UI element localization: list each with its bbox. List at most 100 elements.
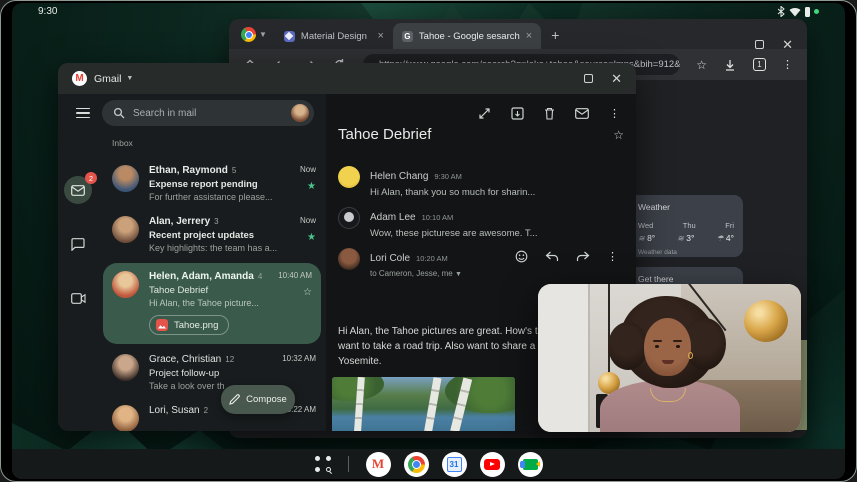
nav-chat-button[interactable] — [64, 230, 92, 258]
battery-icon — [805, 7, 810, 17]
avatar — [112, 216, 139, 243]
chrome-menu-button[interactable]: ▼ — [229, 27, 275, 49]
delete-icon[interactable] — [544, 107, 555, 120]
avatar — [338, 166, 360, 188]
nav-mail-button[interactable]: 2 — [64, 176, 92, 204]
lamp-cord — [608, 284, 610, 382]
mail-icon — [71, 185, 85, 196]
get-there-title: Get there — [638, 274, 734, 284]
weather-temp: 3° — [686, 233, 694, 243]
new-tab-button[interactable]: + — [541, 27, 569, 49]
video-call-window[interactable] — [538, 284, 801, 432]
bookmark-star-icon[interactable]: ☆ — [696, 60, 707, 70]
chrome-overflow-menu[interactable]: ⋮ — [782, 60, 793, 70]
close-window-button[interactable]: ✕ — [611, 74, 622, 83]
avatar — [112, 165, 139, 192]
rain-icon: ☂ — [716, 234, 723, 243]
star-icon[interactable]: ★ — [307, 234, 316, 242]
recipients[interactable]: to Cameron, Jesse, me ▼ — [370, 269, 462, 278]
screen: 9:30 ▼ Material Design × — [12, 3, 845, 479]
image-attachment-icon — [156, 319, 168, 331]
calendar-icon: 31 — [447, 457, 462, 472]
star-icon[interactable]: ★ — [307, 183, 316, 191]
search-bar[interactable]: Search in mail — [102, 100, 314, 126]
tab-material-design[interactable]: Material Design × — [275, 23, 393, 49]
tab-tahoe-search[interactable]: G Tahoe - Google sesarch × — [393, 23, 541, 49]
avatar — [112, 271, 139, 298]
maximize-button[interactable] — [755, 40, 764, 49]
material-design-favicon — [284, 31, 295, 42]
reply-icon[interactable] — [545, 251, 559, 262]
compose-button[interactable]: Compose — [221, 385, 295, 414]
forward-icon[interactable] — [576, 251, 590, 262]
bluetooth-icon — [777, 6, 785, 17]
gmail-app-title: Gmail — [94, 73, 121, 85]
gmail-nav-rail: 2 — [58, 132, 98, 431]
unread-badge: 2 — [85, 172, 97, 184]
clock: 9:30 — [38, 6, 57, 17]
more-options-icon[interactable]: ⋮ — [609, 109, 620, 119]
search-icon — [326, 467, 331, 472]
account-avatar[interactable] — [291, 104, 309, 122]
conversation-row[interactable]: Alan, Jerrery3 Recent project updates Ke… — [98, 209, 326, 260]
camera-indicator-icon — [814, 9, 819, 14]
avatar — [338, 248, 360, 270]
star-icon[interactable]: ☆ — [303, 289, 312, 297]
tablet-frame: 9:30 ▼ Material Design × — [0, 0, 857, 482]
weather-temp: 8° — [647, 233, 655, 243]
avatar — [112, 354, 139, 381]
nav-meet-button[interactable] — [64, 284, 92, 312]
wind-icon: ≋ — [677, 234, 684, 243]
meet-icon — [523, 459, 538, 470]
conversation-row-selected[interactable]: Helen, Adam, Amanda4 Tahoe Debrief Hi Al… — [103, 263, 321, 344]
taskbar: M 31 — [12, 449, 845, 479]
tab-close-icon[interactable]: × — [526, 30, 532, 42]
dock-meet-button[interactable] — [518, 452, 543, 477]
attachment-chip[interactable]: Tahoe.png — [149, 315, 229, 335]
all-apps-button[interactable] — [315, 456, 331, 472]
pencil-icon — [229, 394, 240, 405]
gmail-logo-icon: M — [72, 71, 87, 86]
mark-unread-icon[interactable] — [575, 108, 589, 119]
weather-temp: 4° — [726, 233, 734, 243]
tab-close-icon[interactable]: × — [377, 30, 383, 42]
star-icon[interactable]: ☆ — [613, 131, 624, 139]
gmail-title-bar[interactable]: M Gmail ▼ ✕ — [58, 63, 636, 94]
chevron-down-icon: ▼ — [259, 30, 267, 39]
dock-chrome-button[interactable] — [404, 452, 429, 477]
dock-gmail-button[interactable]: M — [366, 452, 391, 477]
dock-youtube-button[interactable] — [480, 452, 505, 477]
chevron-down-icon[interactable]: ▼ — [126, 75, 133, 82]
weather-day: Thu — [683, 221, 696, 230]
earring — [688, 352, 693, 359]
search-placeholder: Search in mail — [133, 108, 283, 119]
maximize-button[interactable] — [584, 74, 593, 83]
google-favicon: G — [402, 31, 413, 42]
close-window-button[interactable]: ✕ — [782, 40, 793, 49]
gmail-app-bar: Search in mail — [58, 94, 326, 132]
avatar — [338, 207, 360, 229]
move-to-inbox-icon[interactable] — [511, 107, 524, 120]
weather-footer: Weather data — [638, 249, 734, 256]
search-icon — [113, 107, 125, 119]
hamburger-menu-button[interactable] — [76, 108, 90, 119]
gmail-icon: M — [372, 456, 384, 472]
expand-icon[interactable] — [478, 107, 491, 120]
conversation-list: Inbox Ethan, Raymond5 Expense report pen… — [98, 132, 326, 431]
avatar — [112, 405, 139, 431]
emoji-icon[interactable] — [515, 250, 528, 263]
weather-day: Fri — [725, 221, 734, 230]
download-icon[interactable] — [723, 58, 737, 72]
dock-calendar-button[interactable]: 31 — [442, 452, 467, 477]
message-row[interactable]: Helen Chang9:30 AM Hi Alan, thank you so… — [338, 166, 626, 198]
inline-photo-tahoe[interactable]: Tahoe.png 104 KB × — [332, 377, 515, 431]
inbox-label: Inbox — [112, 138, 326, 148]
videocam-icon — [71, 293, 86, 304]
chrome-tab-strip: ▼ Material Design × G Tahoe - Google ses… — [229, 19, 807, 49]
message-more-icon[interactable]: ⋮ — [607, 252, 618, 262]
message-row[interactable]: Adam Lee10:10 AM Wow, these picturese ar… — [338, 207, 626, 239]
message-row[interactable]: Lori Cole10:20 AM to Cameron, Jesse, me … — [338, 248, 626, 278]
conversation-row[interactable]: Ethan, Raymond5 Expense report pending F… — [98, 158, 326, 209]
weather-card[interactable]: Weather Wed Thu Fri ≋ 8° ≋ 3° ☂ 4° Weath… — [629, 195, 743, 257]
tab-switcher-button[interactable]: 1 — [753, 58, 766, 71]
